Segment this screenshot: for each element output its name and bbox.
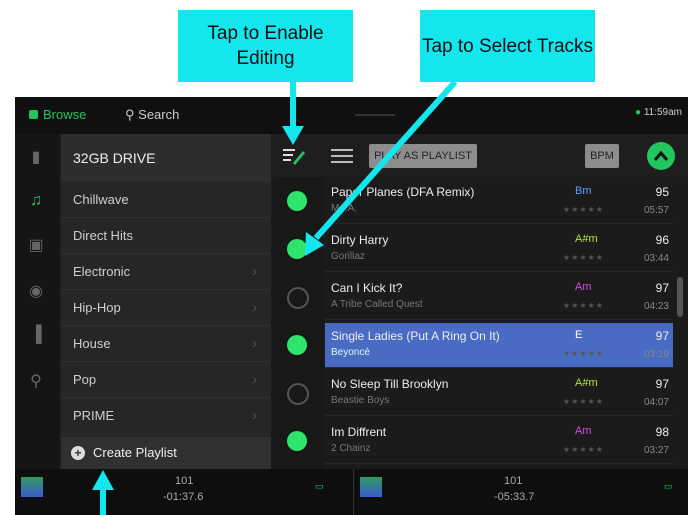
annotation-arrows <box>92 80 458 515</box>
